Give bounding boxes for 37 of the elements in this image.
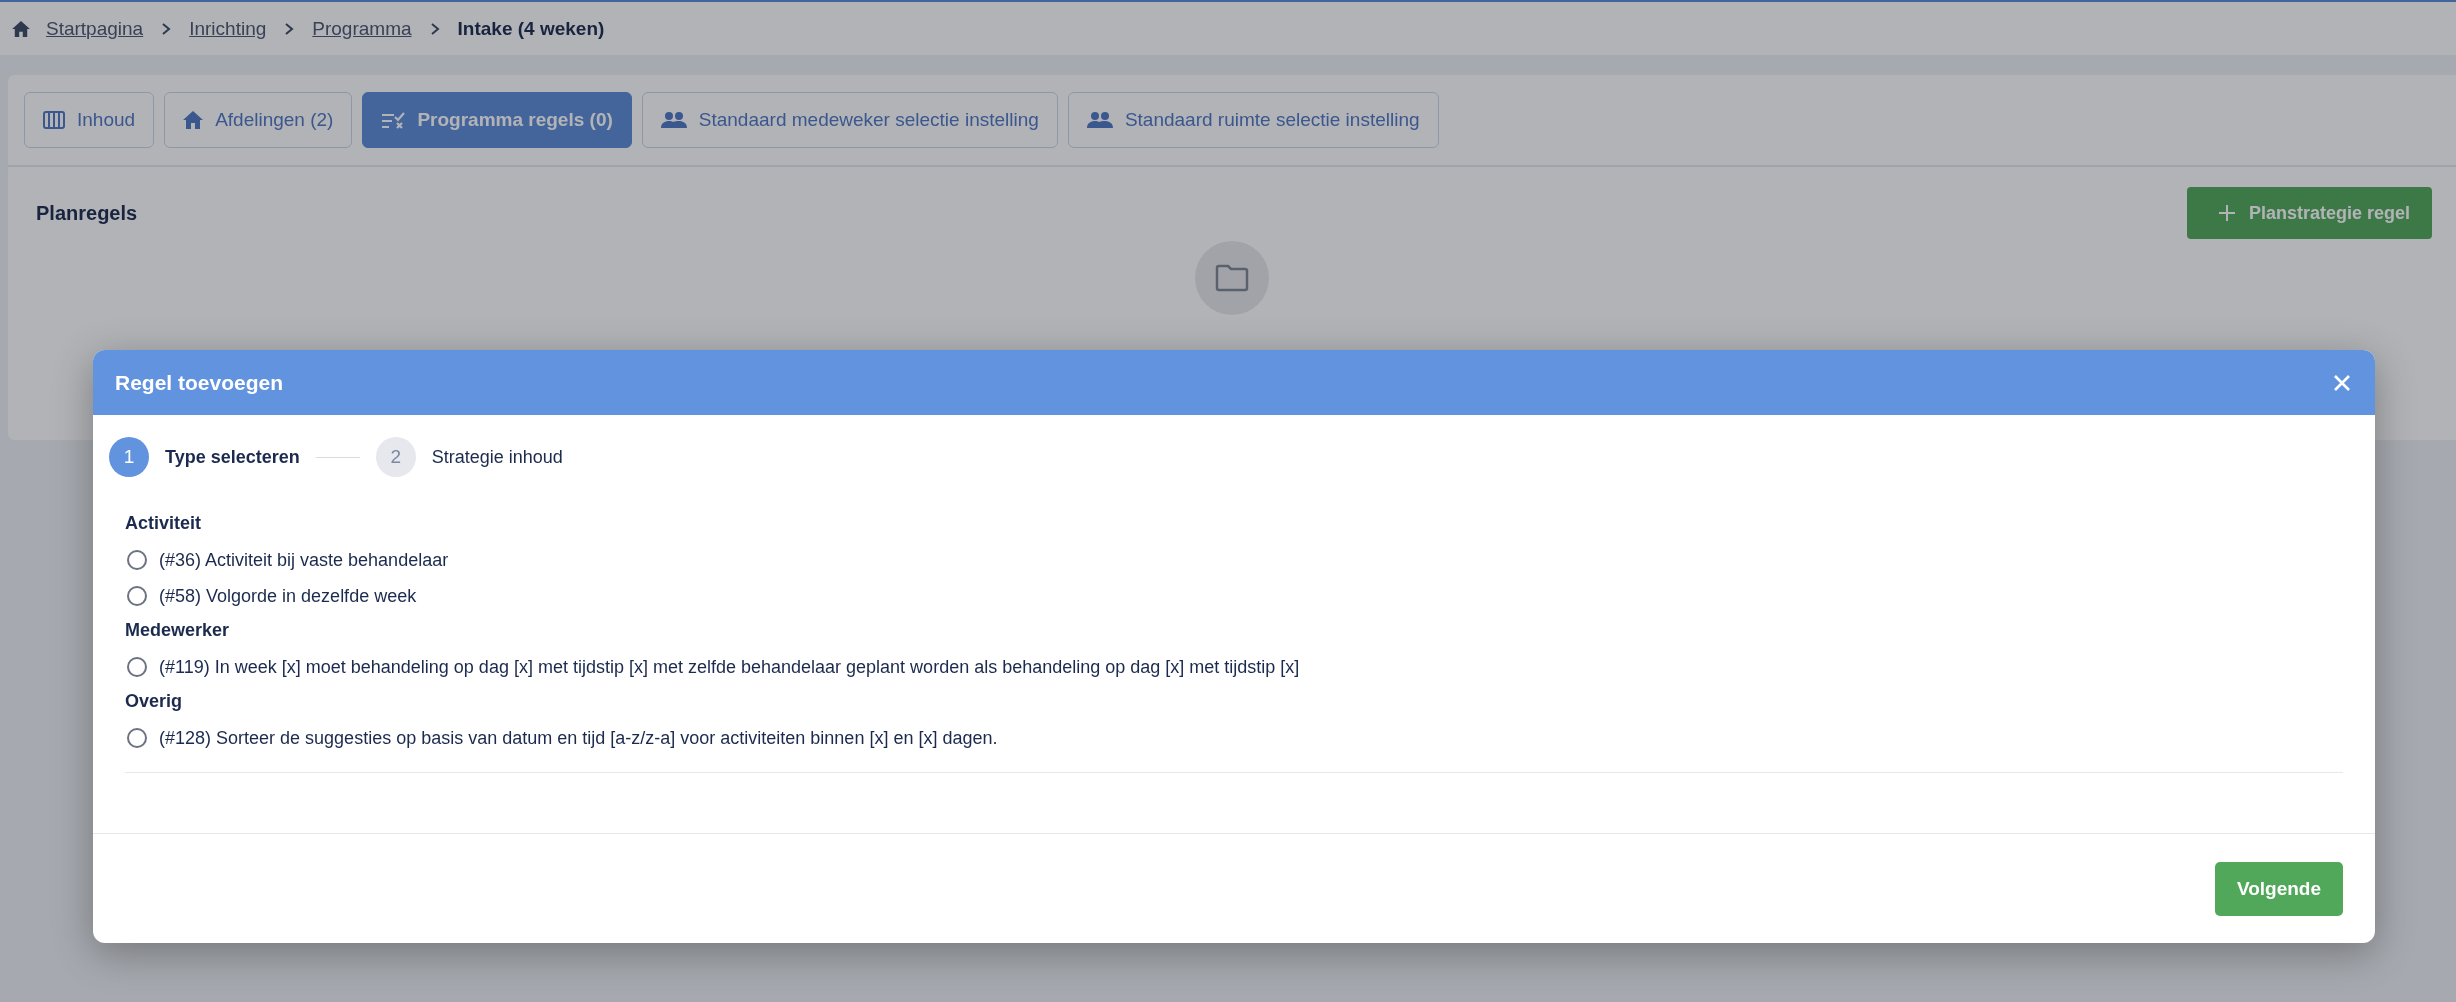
radio-label: (#128) Sorteer de suggesties op basis van datum en tijd [a-z/z-a] voor activiteiten binnen [x] en [x] dagen. bbox=[159, 727, 998, 749]
add-rule-button[interactable]: Planstrategie regel bbox=[2186, 187, 2432, 239]
radio-button[interactable] bbox=[127, 586, 147, 606]
dialog-title: Regel toevoegen bbox=[115, 370, 284, 395]
tab[interactable]: Afdelingen (2) bbox=[164, 92, 353, 148]
breadcrumb-link[interactable]: Startpagina bbox=[46, 17, 144, 40]
radio-label: (#58) Volgorde in dezelfde week bbox=[159, 585, 417, 607]
radio-button[interactable] bbox=[127, 550, 147, 570]
columns-icon bbox=[43, 111, 65, 129]
home-icon bbox=[183, 111, 204, 129]
step-label: Type selecteren bbox=[165, 446, 300, 468]
close-icon bbox=[2333, 373, 2351, 392]
tab[interactable]: Inhoud bbox=[24, 92, 155, 148]
tab[interactable]: Programma regels (0) bbox=[362, 92, 632, 148]
plus-icon bbox=[2218, 205, 2235, 221]
group-title: Activiteit bbox=[125, 512, 203, 535]
breadcrumb-link[interactable]: Programma bbox=[312, 17, 412, 40]
folder-icon bbox=[1215, 264, 1249, 292]
step-number: 1 bbox=[109, 437, 149, 477]
tab[interactable]: Standaard medeweker selectie instelling bbox=[641, 92, 1058, 148]
group-title: Overig bbox=[125, 690, 184, 713]
radio-label: (#119) In week [x] moet behandeling op dag [x] met tijdstip [x] met zelfde behandelaar geplant worden als behandeling op dag [x] met tijdstip [x] bbox=[159, 656, 1300, 678]
current-page-title: Intake (4 weken) bbox=[457, 17, 605, 40]
step-number: 2 bbox=[375, 437, 416, 477]
tab[interactable]: Standaard ruimte selectie instelling bbox=[1067, 92, 1439, 148]
group-title: Medewerker bbox=[125, 619, 231, 642]
radio-button[interactable] bbox=[127, 728, 147, 748]
step-label: Strategie inhoud bbox=[431, 446, 563, 468]
radio-button[interactable] bbox=[127, 657, 147, 677]
people-icon bbox=[660, 112, 687, 128]
next-button[interactable]: Volgende bbox=[2214, 861, 2343, 916]
radio-label: (#36) Activiteit bij vaste behandelaar bbox=[159, 549, 449, 571]
home-icon bbox=[12, 20, 30, 37]
section-title: Planregels bbox=[36, 201, 138, 225]
list-check-icon bbox=[381, 111, 406, 129]
people-icon bbox=[1086, 112, 1113, 128]
breadcrumb-link[interactable]: Inrichting bbox=[189, 17, 267, 40]
